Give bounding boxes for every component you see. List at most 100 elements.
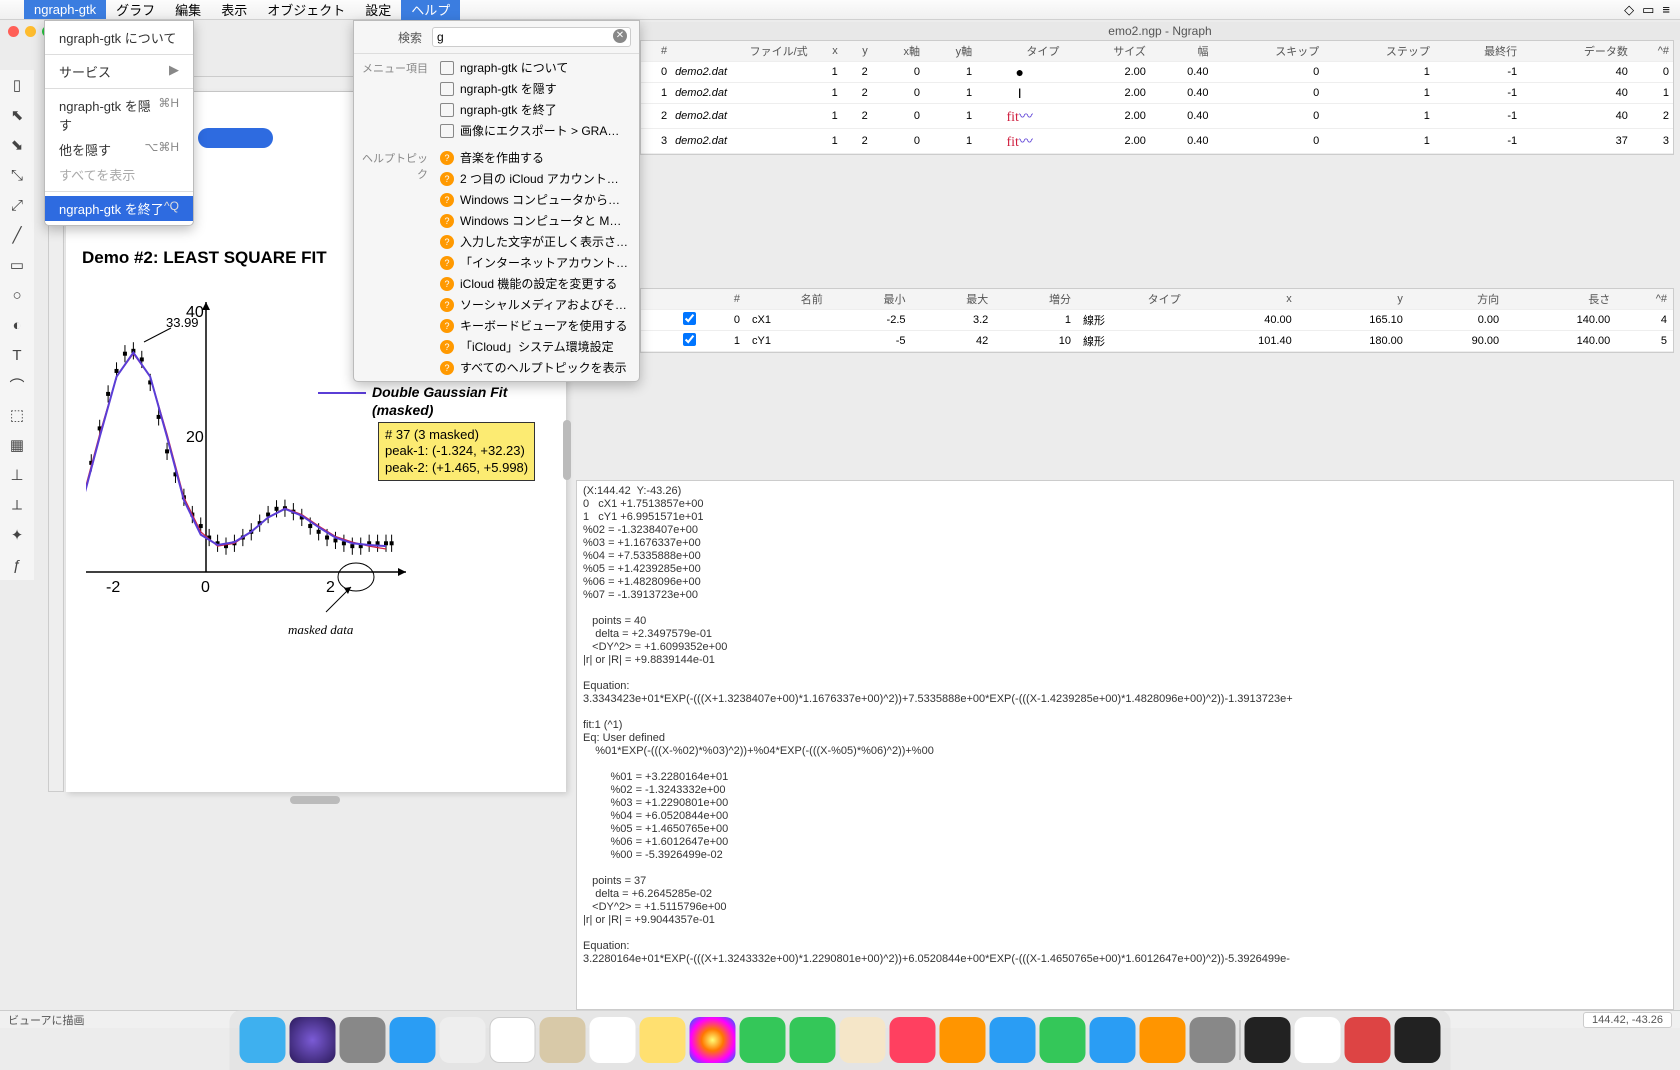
tool-line-icon[interactable]: ╱ [0, 220, 34, 250]
menu-edit[interactable]: 編集 [165, 0, 211, 21]
app-menu[interactable]: ngraph-gtk [24, 0, 106, 19]
tool-crop-icon[interactable]: ⬚ [0, 400, 34, 430]
fit-output[interactable]: (X:144.42 Y:-43.26) 0 cX1 +1.7513857e+00… [576, 480, 1674, 1010]
menu-view[interactable]: 表示 [211, 0, 257, 21]
menu-hide-others[interactable]: 他を隠す⌥⌘H [45, 137, 193, 162]
help-topic[interactable]: ?2 つ目の iCloud アカウント… [436, 168, 639, 189]
menu-object[interactable]: オブジェクト [257, 0, 355, 21]
dock-terminal-icon[interactable] [1395, 1017, 1441, 1063]
close-window-icon[interactable] [8, 26, 19, 37]
help-topic[interactable]: ?ソーシャルメディアおよびそ… [436, 294, 639, 315]
dock-ngraph-icon[interactable] [1345, 1017, 1391, 1063]
dock-contacts-icon[interactable] [540, 1017, 586, 1063]
help-result[interactable]: ngraph-gtk について [436, 57, 639, 78]
menu-extras-icon[interactable]: ≡ [1662, 2, 1670, 18]
dock-keynote-icon[interactable] [1090, 1017, 1136, 1063]
menubar-status: ◇ ▭ ≡ [1624, 2, 1680, 18]
help-search-panel: 検索 ✕ メニュー項目 ngraph-gtk について ngraph-gtk を… [353, 20, 640, 382]
help-result[interactable]: ngraph-gtk を終了 [436, 99, 639, 120]
canvas-scroll-h[interactable] [290, 796, 340, 804]
dock-separator [1240, 1020, 1241, 1060]
dock [230, 1010, 1451, 1070]
menu-quit[interactable]: ngraph-gtk を終了^Q [45, 196, 193, 221]
help-icon: ? [440, 235, 454, 249]
data-files-table[interactable]: #ファイル/式xyx軸y軸タイプサイズ幅スキップステップ最終行データ数^# 0d… [640, 40, 1674, 155]
dock-photos-icon[interactable] [690, 1017, 736, 1063]
battery-icon[interactable]: ▭ [1642, 2, 1654, 18]
help-result[interactable]: ngraph-gtk を隠す [436, 78, 639, 99]
help-topic[interactable]: ?iCloud 機能の設定を変更する [436, 273, 639, 294]
help-icon: ? [440, 256, 454, 270]
table-row[interactable]: 0demo2.dat1201●2.000.4001-1400 [641, 62, 1673, 83]
menu-settings[interactable]: 設定 [355, 0, 401, 21]
dock-notes-icon[interactable] [640, 1017, 686, 1063]
menu-graph[interactable]: グラフ [106, 0, 165, 21]
tool-mark-icon[interactable]: ✦ [0, 520, 34, 550]
help-topic[interactable]: ?Windows コンピュータと M… [436, 210, 639, 231]
menu-show-all: すべてを表示 [45, 162, 193, 187]
tool-page-icon[interactable]: ▯ [0, 70, 34, 100]
help-topic[interactable]: ?キーボードビューアを使用する [436, 315, 639, 336]
dock-finder-icon[interactable] [240, 1017, 286, 1063]
dock-launchpad-icon[interactable] [340, 1017, 386, 1063]
table-row[interactable]: 1demo2.dat1201I2.000.4001-1401 [641, 83, 1673, 104]
tool-func-icon[interactable]: ƒ [0, 550, 34, 580]
minimize-window-icon[interactable] [25, 26, 36, 37]
tool-select-icon[interactable]: ⬊ [0, 130, 34, 160]
dock-numbers-icon[interactable] [1040, 1017, 1086, 1063]
dock-maps-icon[interactable] [840, 1017, 886, 1063]
help-topic[interactable]: ?音楽を作曲する [436, 147, 639, 168]
dock-siri-icon[interactable] [290, 1017, 336, 1063]
status-message: ビューアに描画 [8, 1012, 85, 1028]
dock-itunes-icon[interactable] [890, 1017, 936, 1063]
table-row[interactable]: 3demo2.dat1201fit〰2.000.4001-1373 [641, 129, 1673, 154]
tool-vaxis-icon[interactable]: ⟂ [0, 490, 34, 520]
tool-zoom-icon[interactable]: ⤢ [0, 190, 34, 220]
wifi-icon[interactable]: ◇ [1624, 2, 1634, 18]
help-topic[interactable]: ?「iCloud」システム環境設定 [436, 336, 639, 357]
table-row[interactable]: 0cX1-2.53.21線形40.00165.100.00140.004 [641, 310, 1673, 331]
dock-messages-icon[interactable] [740, 1017, 786, 1063]
menu-about[interactable]: ngraph-gtk について [45, 25, 193, 50]
tool-curve-icon[interactable]: ⌒ [0, 370, 34, 400]
axes-table[interactable]: #名前最小最大増分タイプxy方向長さ^# 0cX1-2.53.21線形40.00… [640, 288, 1674, 353]
dock-mail-icon[interactable] [440, 1017, 486, 1063]
canvas-scroll-v[interactable] [563, 420, 571, 480]
dock-calendar-icon[interactable] [490, 1017, 536, 1063]
dock-safari-icon[interactable] [390, 1017, 436, 1063]
tool-text-icon[interactable]: T [0, 340, 34, 370]
tool-halfcircle-icon[interactable]: ◐ [0, 310, 34, 340]
dock-ibooks-icon[interactable] [940, 1017, 986, 1063]
dock-reminders-icon[interactable] [590, 1017, 636, 1063]
clear-search-icon[interactable]: ✕ [613, 29, 627, 43]
menu-services[interactable]: サービス▶ [45, 59, 193, 84]
help-highlight-arrow [198, 128, 273, 148]
menu-help[interactable]: ヘルプ [401, 0, 460, 21]
help-topic[interactable]: ?すべてのヘルプトピックを表示 [436, 357, 639, 378]
help-topic[interactable]: ?Windows コンピュータから… [436, 189, 639, 210]
dock-pages-icon[interactable] [1140, 1017, 1186, 1063]
dock-facetime-icon[interactable] [790, 1017, 836, 1063]
tool-grid2-icon[interactable]: ▦ [0, 430, 34, 460]
dock-app2-icon[interactable] [1295, 1017, 1341, 1063]
tool-pointer-icon[interactable]: ⬉ [0, 100, 34, 130]
dock-app1-icon[interactable] [1245, 1017, 1291, 1063]
tool-axis-icon[interactable]: ⊥ [0, 460, 34, 490]
axis-visible-checkbox[interactable] [683, 333, 696, 346]
help-topic[interactable]: ?入力した文字が正しく表示さ… [436, 231, 639, 252]
menu-hide[interactable]: ngraph-gtk を隠す⌘H [45, 93, 193, 137]
tool-data-icon[interactable]: ⤡ [0, 160, 34, 190]
tool-circle-icon[interactable]: ○ [0, 280, 34, 310]
app-menu-dropdown: ngraph-gtk について サービス▶ ngraph-gtk を隠す⌘H 他… [44, 20, 194, 226]
table-row[interactable]: 1cY1-54210線形101.40180.0090.00140.005 [641, 331, 1673, 352]
dock-appstore-icon[interactable] [990, 1017, 1036, 1063]
help-topics-label: ヘルプトピック [354, 147, 436, 378]
help-topic[interactable]: ?「インターネットアカウント… [436, 252, 639, 273]
dock-preferences-icon[interactable] [1190, 1017, 1236, 1063]
help-result[interactable]: 画像にエクスポート > GRA… [436, 120, 639, 141]
help-search-input[interactable] [432, 27, 631, 47]
tool-rect-icon[interactable]: ▭ [0, 250, 34, 280]
menu-separator [45, 54, 193, 55]
axis-visible-checkbox[interactable] [683, 312, 696, 325]
table-row[interactable]: 2demo2.dat1201fit〰2.000.4001-1402 [641, 104, 1673, 129]
